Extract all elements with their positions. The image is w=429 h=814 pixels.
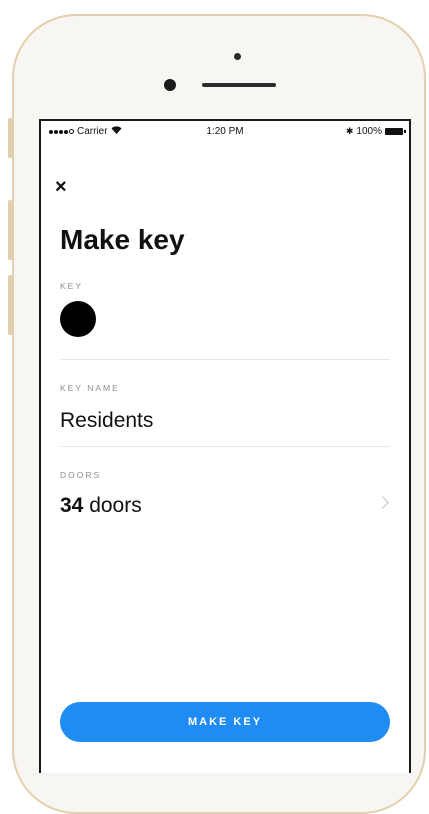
divider — [60, 446, 390, 447]
battery-icon — [385, 128, 406, 135]
phone-screen: Carrier 1:20 PM ✱ 100% × Make key KEY KE… — [39, 119, 411, 773]
battery-percent: 100% — [356, 126, 382, 137]
key-name-label: KEY NAME — [60, 383, 120, 393]
bluetooth-icon: ✱ — [345, 126, 354, 136]
divider — [60, 359, 390, 360]
chevron-right-icon — [376, 496, 389, 509]
key-color-swatch[interactable] — [60, 301, 96, 337]
key-label: KEY — [60, 281, 84, 291]
close-icon[interactable]: × — [55, 176, 77, 198]
doors-value: 34 doors — [60, 494, 142, 518]
earpiece-speaker — [202, 83, 276, 87]
doors-unit: doors — [89, 494, 142, 517]
front-camera — [164, 79, 176, 91]
volume-up-button — [8, 200, 13, 260]
doors-label: DOORS — [60, 470, 102, 480]
key-name-field[interactable]: Residents — [60, 409, 153, 433]
status-bar: Carrier 1:20 PM ✱ 100% — [41, 121, 409, 143]
volume-down-button — [8, 275, 13, 335]
page-title: Make key — [60, 224, 185, 255]
status-right: ✱ 100% — [345, 126, 406, 137]
doors-count: 34 — [60, 494, 84, 517]
mute-switch — [8, 118, 13, 158]
doors-row[interactable]: 34 doors — [41, 488, 409, 528]
make-key-button[interactable]: MAKE KEY — [60, 702, 390, 742]
proximity-sensor — [234, 53, 241, 60]
